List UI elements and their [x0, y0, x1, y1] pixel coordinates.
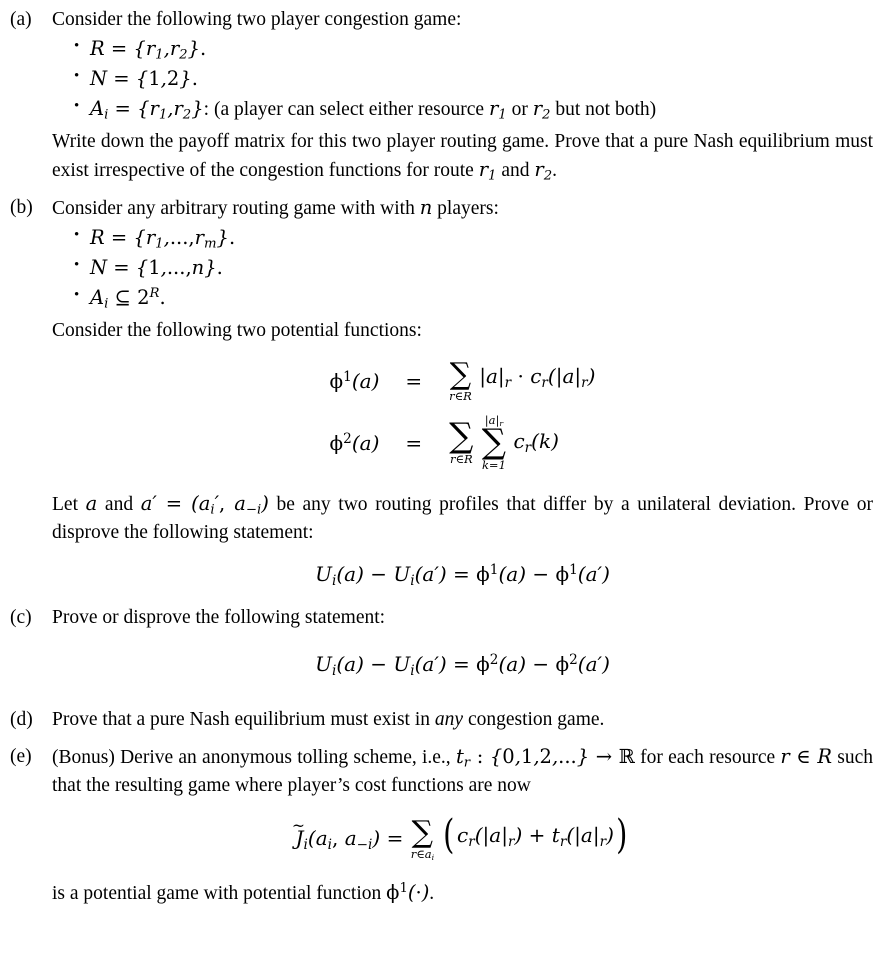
item-a-bullet-list: • R = {r1,r2}. • N = {1,2}. • Ai = {r1,r…	[52, 35, 873, 125]
item-b-body: Consider any arbitrary routing game with…	[52, 194, 873, 590]
bullet-math-actions: Ai ⊆ 2R.	[90, 286, 166, 312]
item-label-b: (b)	[10, 196, 33, 218]
item-d-intro-pre: Prove that a pure Nash equilibrium must …	[52, 709, 435, 731]
item-a-paragraph: Write down the payoff matrix for this tw…	[52, 131, 874, 184]
equation-phi2-lhs: ϕ2(a)	[329, 430, 380, 455]
problem-item-d: (d) Prove that a pure Nash equilibrium m…	[10, 706, 873, 734]
bullet-math-players: N = {1,2}.	[90, 66, 198, 90]
equation-e-statement-block: ~ Ji(ai, a−i) = ∑ r∈ai (cr(|a|r) + tr(|a|…	[52, 812, 873, 863]
item-e-closing-post: .	[429, 882, 435, 904]
summation-symbol: ∑ r∈ai	[410, 815, 435, 863]
equation-phi2-rhs: ∑ r∈R |a|r ∑ k=1 cr(k)	[449, 413, 559, 473]
problem-item-c: (c) Prove or disprove the following stat…	[10, 604, 873, 679]
math-a: a	[85, 491, 98, 515]
document-page: (a) Consider the following two player co…	[0, 0, 891, 977]
equation-phi1-equals: =	[405, 369, 423, 394]
equation-b-statement-block: Ui(a) − Ui(a′) = ϕ1(a) − ϕ1(a′)	[52, 560, 873, 590]
item-e-body: (Bonus) Derive an anonymous tolling sche…	[52, 743, 873, 907]
math-toll-function: tr : {0,1,2,...} → ℝ	[455, 744, 635, 771]
list-item: • N = {1,2}.	[52, 65, 873, 94]
summation-symbol-inner: |a|r ∑ k=1	[481, 413, 507, 473]
left-paren: (	[443, 812, 455, 859]
equation-e-statement: ~ Ji(ai, a−i) = ∑ r∈ai (cr(|a|r) + tr(|a|…	[291, 812, 628, 863]
math-r-in-R: r ∈ R	[780, 744, 832, 768]
equation-c-statement-block: Ui(a) − Ui(a′) = ϕ2(a) − ϕ2(a′)	[52, 650, 873, 680]
list-item: • R = {r1,...,rm}.	[52, 224, 873, 253]
right-paren: )	[616, 812, 628, 859]
item-d-emphasis: any	[434, 709, 464, 731]
item-b-intro-post: players:	[432, 197, 499, 219]
bullet-icon: •	[74, 98, 80, 115]
item-b-let-pre: Let	[52, 493, 86, 515]
item-b-potential-intro: Consider the following two potential fun…	[52, 320, 422, 342]
problem-item-b: (b) Consider any arbitrary routing game …	[10, 194, 873, 590]
item-label-e: (e)	[10, 745, 32, 767]
item-b-intro: Consider any arbitrary routing game with…	[52, 194, 873, 223]
item-a-paragraph-text-1: Write down the payoff matrix for this tw…	[52, 131, 734, 153]
item-b-let-mid: and	[97, 493, 141, 515]
item-label-a: (a)	[10, 9, 32, 30]
item-d-body: Prove that a pure Nash equilibrium must …	[52, 706, 873, 734]
summation-limit: r∈ai	[410, 846, 435, 863]
math-a-prime-profile: a′ = (ai′, a−i)	[140, 491, 269, 518]
math-phi1-dot: ϕ1(·)	[386, 880, 430, 904]
item-e-closing: is a potential game with potential funct…	[52, 879, 873, 908]
bullet-icon: •	[74, 287, 80, 304]
potential-functions-equations: ϕ1(a) = ∑ r∈R |a|r · cr(|a|r) ϕ2(a) = ∑ …	[329, 357, 596, 472]
summation-lower-limit: k=1	[481, 458, 506, 473]
item-a-body: Consider the following two player conges…	[52, 6, 873, 185]
item-e-intro: (Bonus) Derive an anonymous tolling sche…	[52, 743, 873, 799]
summation-symbol-outer: ∑ r∈R	[449, 415, 474, 466]
bullet-icon: •	[74, 67, 80, 84]
item-e-bonus-mid: for each resource	[634, 746, 776, 768]
item-c-body: Prove or disprove the following statemen…	[52, 604, 873, 679]
list-item: • Ai = {r1,r2}: (a player can select eit…	[52, 95, 873, 124]
summation-limit-outer: r∈R	[449, 451, 473, 466]
item-e-bonus-pre: (Bonus) Derive an anonymous tolling sche…	[52, 746, 456, 768]
problem-item-a: (a) Consider the following two player co…	[10, 6, 873, 185]
summation-symbol: ∑ r∈R	[449, 357, 472, 403]
j-tilde: ~ J	[291, 816, 306, 851]
item-b-paragraph: Let a and a′ = (ai′, a−i) be any two rou…	[52, 490, 873, 546]
summation-limit: r∈R	[449, 388, 472, 403]
item-d-intro-post: congestion game.	[463, 709, 605, 731]
item-label-c: (c)	[10, 606, 32, 628]
problem-item-e: (e) (Bonus) Derive an anonymous tolling …	[10, 743, 873, 907]
item-d-intro: Prove that a pure Nash equilibrium must …	[52, 706, 873, 734]
bullet-math-resources: R = {r1,r2}.	[90, 36, 207, 63]
equation-b-statement: Ui(a) − Ui(a′) = ϕ1(a) − ϕ1(a′)	[315, 562, 610, 589]
bullet-math-players: N = {1,...,n}.	[90, 255, 223, 279]
item-e-closing-pre: is a potential game with potential funct…	[52, 882, 387, 904]
tilde-accent: ~	[291, 816, 306, 835]
equation-phi1-lhs: ϕ1(a)	[329, 369, 380, 394]
bullet-icon: •	[74, 226, 80, 243]
item-a-paragraph-period: .	[552, 160, 558, 182]
item-label-d: (d)	[10, 709, 33, 731]
bullet-icon: •	[74, 256, 80, 273]
bullet-icon: •	[74, 37, 80, 54]
equation-phi1-rhs: ∑ r∈R |a|r · cr(|a|r)	[449, 357, 596, 403]
math-n: n	[419, 195, 433, 219]
item-b-bullet-list: • R = {r1,...,rm}. • N = {1,...,n}. • Ai…	[52, 224, 873, 314]
equation-c-statement: Ui(a) − Ui(a′) = ϕ2(a) − ϕ2(a′)	[315, 651, 610, 679]
item-a-intro: Consider the following two player conges…	[52, 9, 462, 30]
list-item: • R = {r1,r2}.	[52, 35, 873, 64]
item-b-let-post: be any two routing profiles that differ …	[276, 493, 796, 515]
math-r1: r1	[478, 158, 497, 184]
bullet-math-resources: R = {r1,...,rm}.	[90, 225, 236, 252]
bullet-math-actions: Ai = {r1,r2}: (a player can select eithe…	[90, 97, 657, 123]
list-item: • Ai ⊆ 2R.	[52, 284, 873, 313]
equation-phi2-row: ϕ2(a) = ∑ r∈R |a|r ∑ k=1 cr(k)	[330, 414, 596, 472]
item-c-intro: Prove or disprove the following statemen…	[52, 606, 386, 628]
math-r2: r2	[534, 158, 553, 184]
equation-phi2-equals: =	[405, 430, 423, 455]
equation-phi1-row: ϕ1(a) = ∑ r∈R |a|r · cr(|a|r)	[329, 357, 596, 414]
item-b-intro-pre: Consider any arbitrary routing game with…	[52, 197, 420, 219]
list-item: • N = {1,...,n}.	[52, 254, 873, 283]
